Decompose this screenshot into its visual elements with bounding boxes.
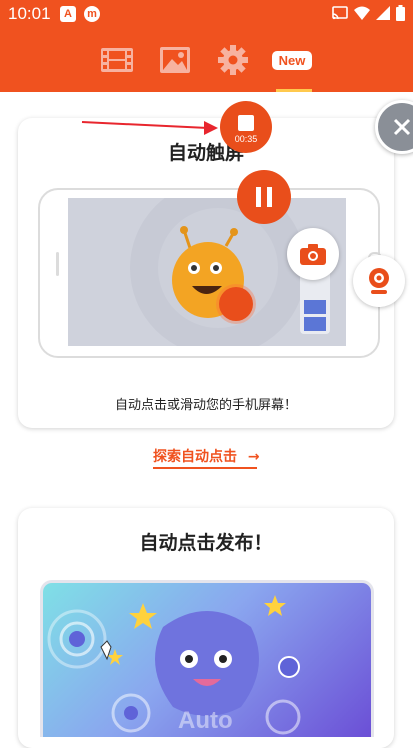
status-time: 10:01 <box>8 4 51 23</box>
app-m-icon: m <box>84 6 100 22</box>
pointer-arrow <box>81 121 218 135</box>
pause-icon <box>256 187 272 207</box>
film-icon <box>101 48 133 72</box>
facecam-button[interactable] <box>353 255 405 307</box>
tab-selected-indicator <box>276 89 312 92</box>
stop-recording-button[interactable]: 00:35 <box>220 101 272 153</box>
auto-watermark-text: Auto <box>178 707 233 734</box>
status-bar: 10:01 A m <box>0 0 413 28</box>
arrow-right-icon: → <box>247 449 260 465</box>
tab-video[interactable] <box>87 28 147 92</box>
cast-icon <box>332 6 348 20</box>
image-icon <box>160 47 190 73</box>
auto-touch-caption: 自动点击或滑动您的手机屏幕！ <box>114 398 297 413</box>
close-floating-button[interactable] <box>375 100 413 154</box>
tab-settings[interactable] <box>203 28 263 92</box>
tab-new[interactable]: New <box>262 28 322 92</box>
new-badge: New <box>271 50 313 70</box>
webcam-icon <box>369 268 389 294</box>
auto-click-illustration: Auto <box>40 580 374 737</box>
gear-icon <box>218 45 248 75</box>
recording-timer: 00:35 <box>234 134 258 144</box>
auto-click-release-title: 自动点击发布！ <box>139 532 273 554</box>
explore-link-underline <box>153 467 257 469</box>
stop-icon <box>238 115 254 131</box>
tab-screenshot[interactable] <box>145 28 205 92</box>
tab-bar: New <box>0 28 413 92</box>
auto-touch-title: 自动触屏 <box>167 142 244 164</box>
wifi-icon <box>354 6 370 20</box>
pause-button[interactable] <box>237 170 291 224</box>
close-icon <box>393 118 411 136</box>
explore-auto-click-link[interactable]: 探索自动点击 → <box>153 446 260 466</box>
battery-icon <box>396 5 405 21</box>
screenshot-button[interactable] <box>287 228 339 280</box>
app-a-icon: A <box>60 6 76 22</box>
explore-link-label: 探索自动点击 <box>153 449 237 465</box>
camera-icon <box>300 244 326 265</box>
signal-icon <box>376 6 390 20</box>
auto-touch-card[interactable]: 自动触屏 自动点击或滑动您的手机屏幕！ <box>18 118 394 428</box>
